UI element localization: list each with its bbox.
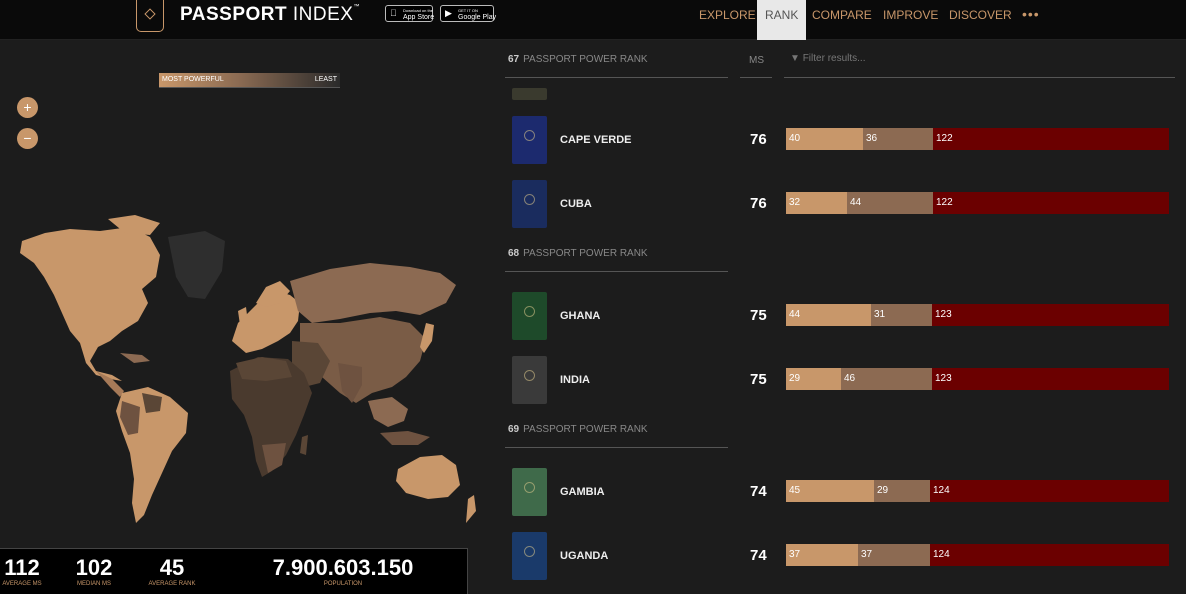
australia-shape — [396, 455, 460, 499]
nav-explore[interactable]: EXPLORE — [699, 0, 756, 31]
southeast-asia-shape — [368, 397, 408, 427]
visa-breakdown-bar[interactable]: 37 37 124 — [786, 544, 1169, 566]
stat-average-ms: 112 AVERAGE MS — [2, 555, 42, 588]
divider — [740, 77, 772, 78]
visa-free-segment: 45 — [786, 480, 874, 502]
apple-icon:  — [390, 9, 397, 18]
top-bar: PASSPORT INDEX™  Download on theApp Sto… — [0, 0, 1186, 40]
visa-required-segment: 122 — [933, 192, 1169, 214]
emblem-icon — [524, 306, 535, 317]
north-africa-shape — [236, 357, 292, 381]
new-zealand-shape — [466, 495, 476, 523]
visa-on-arrival-segment: 31 — [871, 304, 932, 326]
russia-shape — [290, 263, 456, 323]
divider — [505, 271, 728, 272]
mobility-score: 74 — [750, 547, 767, 564]
visa-breakdown-bar[interactable]: 44 31 123 — [786, 304, 1169, 326]
visa-free-segment: 32 — [786, 192, 847, 214]
visa-required-segment: 123 — [932, 368, 1169, 390]
visa-breakdown-bar[interactable]: 29 46 123 — [786, 368, 1169, 390]
visa-breakdown-bar[interactable]: 32 44 122 — [786, 192, 1169, 214]
madagascar-shape — [300, 435, 308, 455]
indonesia-shape — [380, 431, 430, 445]
visa-free-segment: 29 — [786, 368, 841, 390]
emblem-icon — [524, 370, 535, 381]
mobility-score: 76 — [750, 195, 767, 212]
world-map[interactable] — [0, 41, 500, 548]
stats-bar: 112 AVERAGE MS 102 MEDIAN MS 45 AVERAGE RAN… — [0, 548, 468, 594]
emblem-icon — [524, 546, 535, 557]
mobility-score: 76 — [750, 131, 767, 148]
visa-on-arrival-segment: 46 — [841, 368, 932, 390]
play-icon: ▶ — [445, 8, 452, 18]
nav-discover[interactable]: DISCOVER — [949, 0, 1012, 31]
mobility-score: 75 — [750, 307, 767, 324]
nav-improve[interactable]: IMPROVE — [883, 0, 938, 31]
nav-compare[interactable]: COMPARE — [812, 0, 872, 31]
visa-breakdown-bar[interactable]: 40 36 122 — [786, 128, 1169, 150]
visa-required-segment: 124 — [930, 544, 1169, 566]
visa-on-arrival-segment: 36 — [863, 128, 933, 150]
country-name[interactable]: CAPE VERDE — [560, 134, 632, 146]
passport-image[interactable] — [512, 88, 547, 100]
visa-on-arrival-segment: 29 — [874, 480, 930, 502]
country-name[interactable]: GHANA — [560, 310, 600, 322]
visa-free-segment: 37 — [786, 544, 858, 566]
passport-image[interactable] — [512, 532, 547, 580]
mobility-score: 74 — [750, 483, 767, 500]
more-menu-icon[interactable]: ••• — [1022, 0, 1040, 31]
emblem-icon — [524, 482, 535, 493]
mobility-score: 75 — [750, 371, 767, 388]
ms-column-header[interactable]: MS — [749, 55, 764, 66]
country-name[interactable]: GAMBIA — [560, 486, 605, 498]
app-store-button[interactable]:  Download on theApp Store — [385, 5, 434, 22]
google-play-button[interactable]: ▶ GET IT ON Google Play — [440, 5, 496, 22]
passport-image[interactable] — [512, 180, 547, 228]
country-name[interactable]: UGANDA — [560, 550, 608, 562]
passport-image[interactable] — [512, 116, 547, 164]
visa-breakdown-bar[interactable]: 45 29 124 — [786, 480, 1169, 502]
emblem-icon — [524, 130, 535, 141]
passport-logo-icon[interactable] — [136, 0, 164, 32]
passport-image[interactable] — [512, 292, 547, 340]
caribbean-shape — [120, 353, 150, 363]
site-logo[interactable]: PASSPORT INDEX™ — [180, 4, 360, 26]
nav-rank[interactable]: RANK — [757, 0, 807, 40]
stat-average-rank: 45 AVERAGE RANK — [148, 555, 196, 588]
visa-free-segment: 40 — [786, 128, 863, 150]
passport-image[interactable] — [512, 356, 547, 404]
visa-required-segment: 124 — [930, 480, 1169, 502]
visa-required-segment: 122 — [933, 128, 1169, 150]
stat-median-ms: 102 MEDIAN MS — [75, 555, 113, 588]
rank-group-header: 67 PASSPORT POWER RANK — [508, 54, 648, 65]
filter-icon: ▼ — [790, 53, 800, 64]
visa-on-arrival-segment: 37 — [858, 544, 930, 566]
rank-group-header: 68 PASSPORT POWER RANK — [508, 248, 648, 259]
country-name[interactable]: CUBA — [560, 198, 592, 210]
filter-input[interactable]: ▼ Filter results... — [790, 53, 865, 64]
rank-group-header: 69 PASSPORT POWER RANK — [508, 424, 648, 435]
rank-list-panel: 67 PASSPORT POWER RANK MS ▼ Filter result… — [500, 41, 1186, 594]
passport-image[interactable] — [512, 468, 547, 516]
divider — [505, 77, 728, 78]
divider — [505, 447, 728, 448]
visa-required-segment: 123 — [932, 304, 1169, 326]
country-name[interactable]: INDIA — [560, 374, 590, 386]
emblem-icon — [524, 194, 535, 205]
world-map-panel: MOST POWERFUL LEAST + − — [0, 41, 500, 594]
visa-on-arrival-segment: 44 — [847, 192, 933, 214]
divider — [784, 77, 1175, 78]
stat-population: 7.900.603.150 POPULATION — [272, 555, 414, 588]
visa-free-segment: 44 — [786, 304, 871, 326]
greenland-shape — [168, 231, 225, 299]
